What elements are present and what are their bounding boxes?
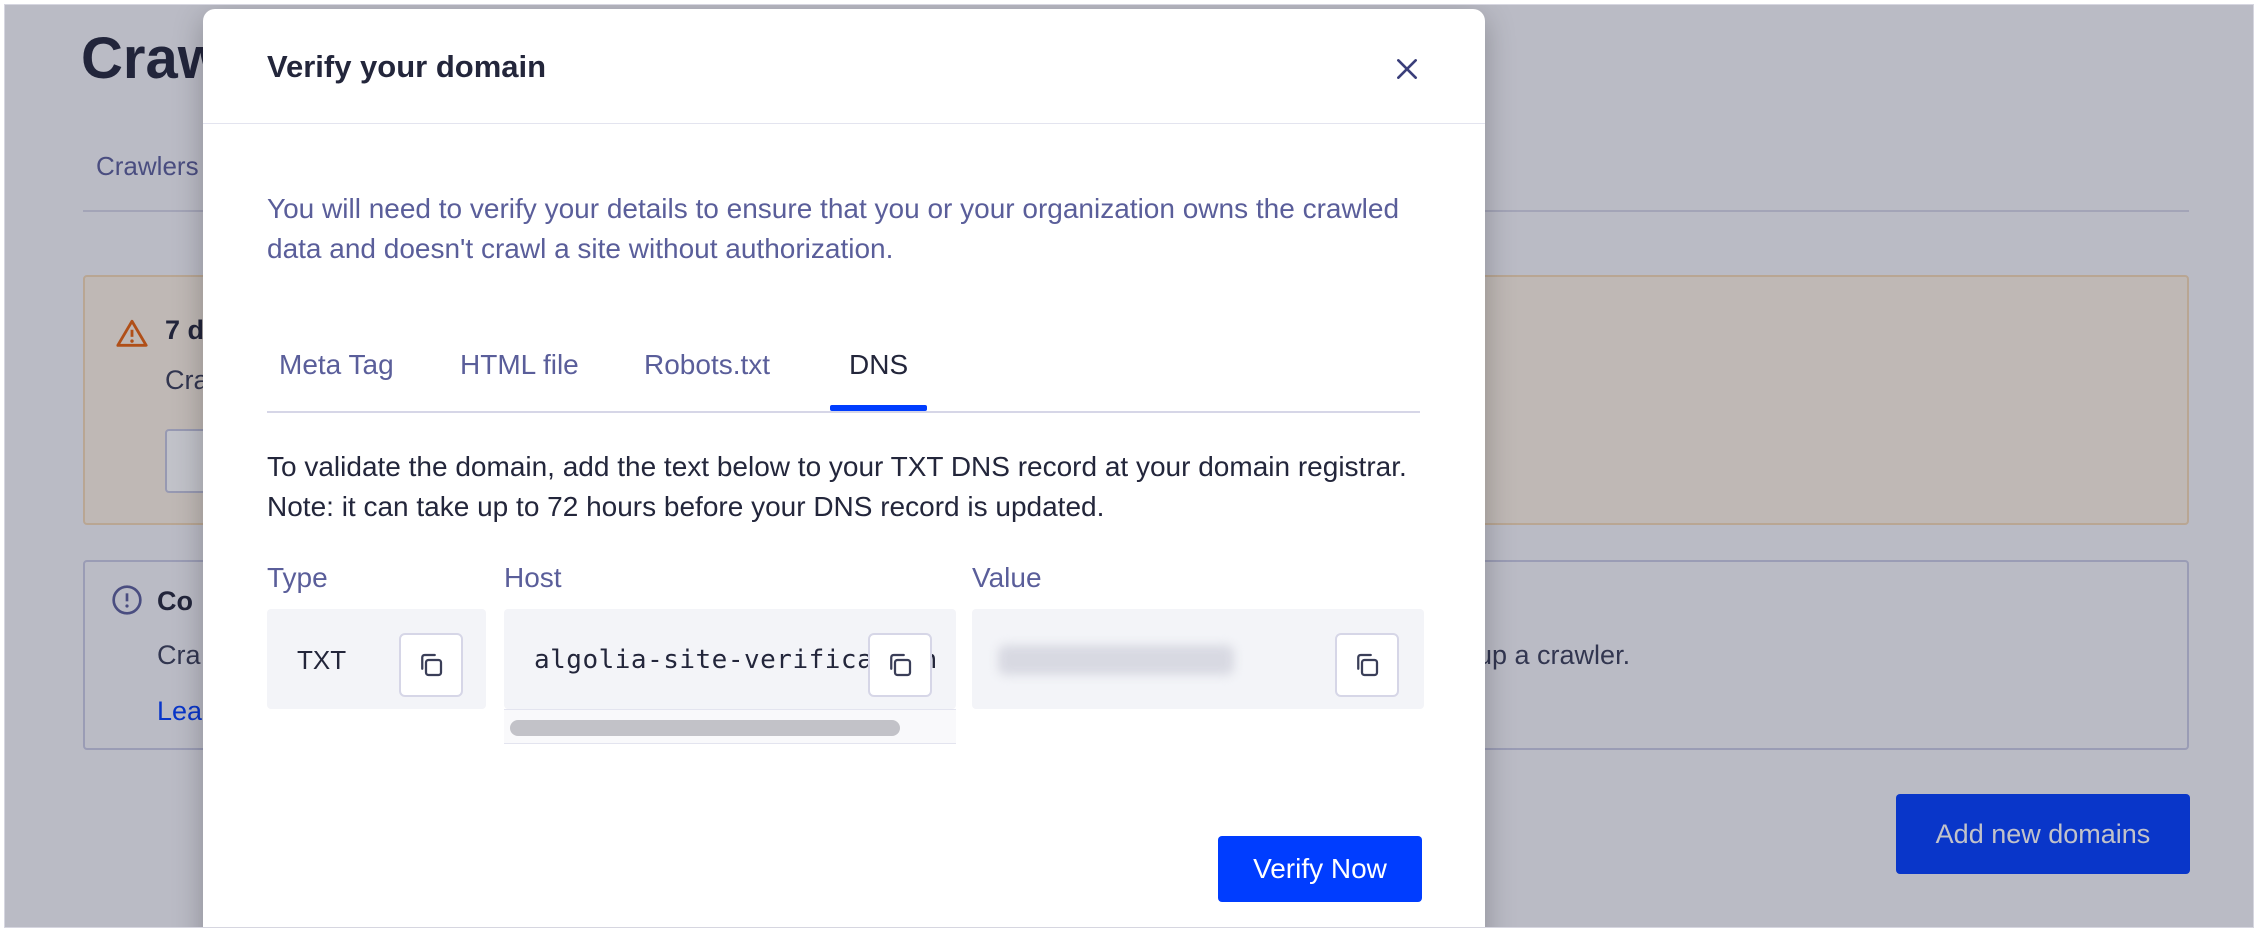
close-button[interactable] bbox=[1389, 51, 1425, 87]
modal-intro-text: You will need to verify your details to … bbox=[267, 193, 1400, 264]
close-icon bbox=[1397, 59, 1417, 79]
type-field: TXT bbox=[267, 609, 486, 709]
copy-icon bbox=[890, 653, 912, 677]
copy-icon bbox=[421, 653, 443, 677]
value-column-label: Value bbox=[972, 562, 1042, 593]
type-value: TXT bbox=[297, 645, 347, 675]
modal-header: Verify your domain bbox=[203, 9, 1485, 124]
copy-type-button[interactable] bbox=[399, 633, 463, 697]
tab-dns[interactable]: DNS bbox=[849, 349, 908, 401]
copy-host-button[interactable] bbox=[868, 633, 932, 697]
copy-value-button[interactable] bbox=[1335, 633, 1399, 697]
host-scrollbar-thumb[interactable] bbox=[510, 720, 900, 736]
tab-html-file[interactable]: HTML file bbox=[460, 349, 579, 401]
verify-now-button[interactable]: Verify Now bbox=[1218, 836, 1422, 902]
tab-meta-tag[interactable]: Meta Tag bbox=[279, 349, 394, 401]
value-field bbox=[972, 609, 1424, 709]
verify-domain-modal: Verify your domain You will need to veri… bbox=[203, 9, 1485, 927]
copy-icon bbox=[1357, 653, 1379, 677]
verification-method-tabs: Meta Tag HTML file Robots.txt DNS bbox=[267, 337, 1420, 413]
dns-instructions: To validate the domain, add the text bel… bbox=[267, 451, 1407, 522]
active-tab-indicator bbox=[830, 405, 927, 411]
app-frame: Craw Crawlers 7 d Cra Co Cra up a crawle… bbox=[4, 4, 2254, 928]
host-scrollbar[interactable] bbox=[504, 709, 956, 744]
tab-robots-txt[interactable]: Robots.txt bbox=[644, 349, 770, 401]
modal-title: Verify your domain bbox=[267, 49, 547, 84]
blurred-value bbox=[998, 645, 1234, 675]
host-field[interactable]: algolia-site-verification bbox=[504, 609, 956, 709]
type-column-label: Type bbox=[267, 562, 328, 593]
host-column-label: Host bbox=[504, 562, 562, 593]
